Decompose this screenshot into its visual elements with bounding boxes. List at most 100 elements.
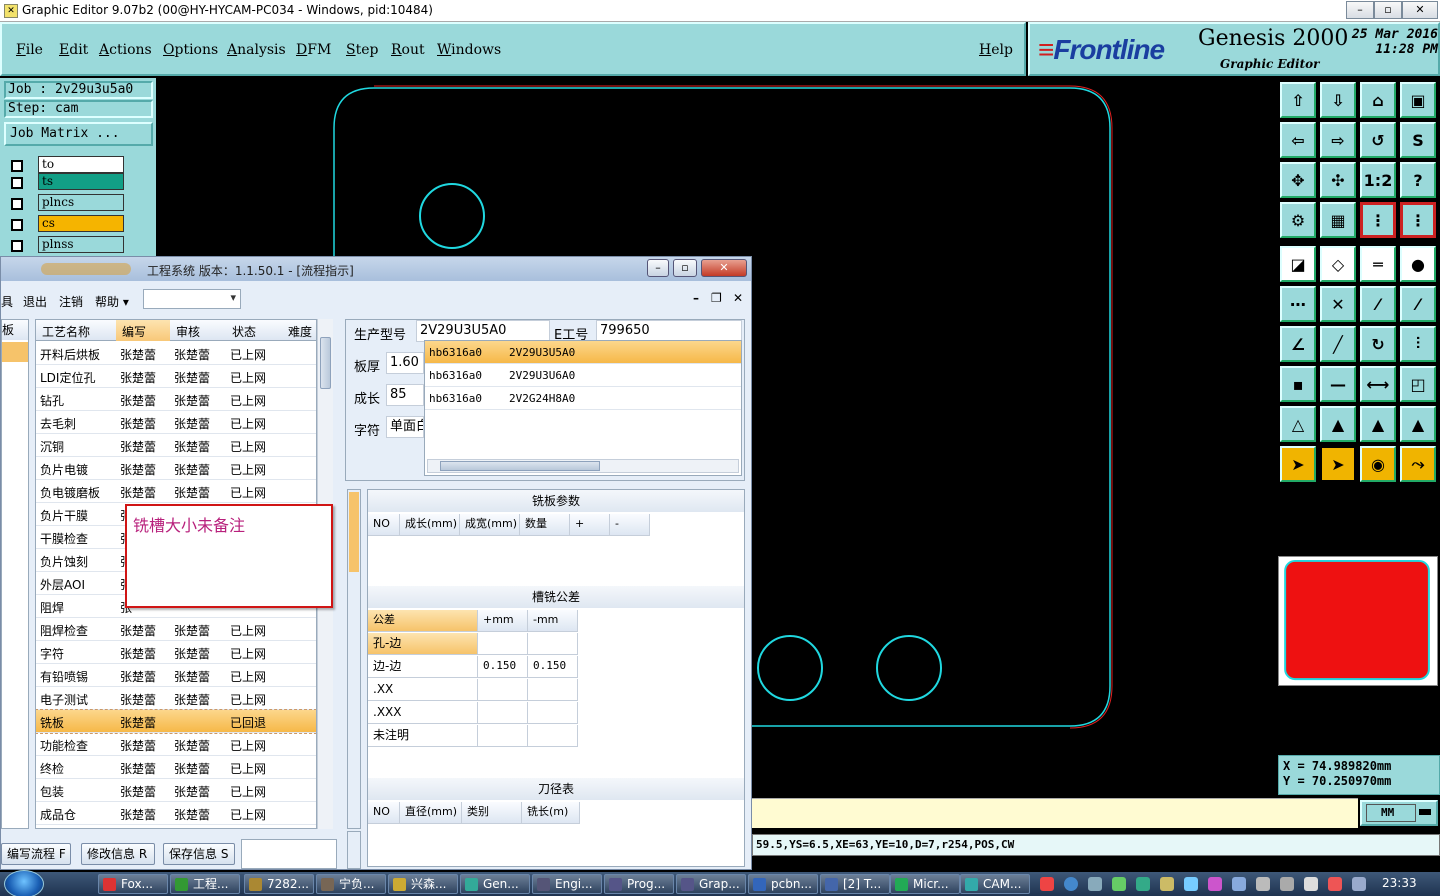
menu-windows[interactable]: Windows — [437, 42, 501, 58]
move-right-icon[interactable]: ⇨ — [1320, 122, 1356, 158]
write-flow-button[interactable]: 编写流程 F — [1, 843, 71, 865]
model-list-row[interactable]: hb6316a0 2V2G24H8A0 — [425, 387, 741, 410]
layers-icon[interactable]: ◰ — [1400, 366, 1436, 402]
eno-field[interactable]: 799650 — [596, 320, 742, 342]
menu-actions[interactable]: Actions — [99, 42, 152, 58]
cross-icon[interactable]: ✕ — [1320, 286, 1356, 322]
tolerance-cell[interactable] — [478, 633, 528, 655]
flip-icon[interactable]: ⫶ — [1400, 326, 1436, 362]
overview-preview[interactable] — [1278, 556, 1438, 686]
snap-icon[interactable]: ⋮ — [1360, 202, 1396, 238]
layer-checkbox[interactable] — [6, 157, 36, 172]
triangle2-icon[interactable]: ▲ — [1320, 406, 1356, 442]
toolbar-combo[interactable] — [143, 289, 241, 309]
layer-cs[interactable]: cs — [6, 215, 124, 232]
snap2-icon[interactable]: ⋮ — [1400, 202, 1436, 238]
col-writer[interactable]: 编写 — [122, 323, 146, 340]
pad-add-icon[interactable]: ◪ — [1280, 246, 1316, 282]
scrollbar-thumb[interactable] — [320, 337, 331, 389]
mdi-minimize-icon[interactable]: – — [693, 291, 699, 305]
select-box-icon[interactable]: ▪ — [1280, 366, 1316, 402]
table-row[interactable]: 有铅喷锡 张楚蕾 张楚蕾 已上网 — [36, 664, 316, 687]
taskbar-item[interactable]: Fox... — [98, 874, 168, 894]
menu-options[interactable]: Options — [163, 42, 218, 58]
table-row[interactable]: 负电镀磨板 张楚蕾 张楚蕾 已上网 — [36, 480, 316, 503]
job-matrix-button[interactable]: Job Matrix ... — [4, 122, 153, 146]
table-row[interactable]: 包装 张楚蕾 张楚蕾 已上网 — [36, 779, 316, 802]
close-button[interactable]: ✕ — [1402, 1, 1438, 19]
edit-info-button[interactable]: 修改信息 R — [81, 843, 155, 865]
ruler-icon[interactable]: ═ — [1360, 246, 1396, 282]
triangle4-icon[interactable]: ▲ — [1400, 406, 1436, 442]
bottom-input[interactable] — [241, 839, 337, 869]
tolerance-cell[interactable] — [478, 725, 528, 747]
tray-icon[interactable] — [1304, 877, 1318, 891]
taskbar-item[interactable]: Prog... — [604, 874, 674, 894]
tolerance-cell[interactable] — [478, 702, 528, 724]
move-up-icon[interactable]: ⇧ — [1280, 82, 1316, 118]
connect-icon[interactable]: ⋯ — [1280, 286, 1316, 322]
layer-checkbox[interactable] — [6, 216, 36, 231]
taskbar-item[interactable]: Micr... — [890, 874, 960, 894]
taskbar-item[interactable]: Grap... — [676, 874, 746, 894]
model-field[interactable]: 2V29U3U5A0 — [416, 320, 550, 342]
start-button[interactable] — [4, 870, 44, 896]
tolerance-cell[interactable] — [478, 679, 528, 701]
line-icon[interactable]: ⁄ — [1360, 286, 1396, 322]
help-icon[interactable]: ? — [1400, 162, 1436, 198]
model-list-row[interactable]: hb6316a0 2V29U3U5A0 — [425, 341, 741, 364]
eng-minimize-button[interactable]: – — [647, 259, 669, 277]
measure-icon[interactable]: ⟷ — [1360, 366, 1396, 402]
help-tray-icon[interactable] — [1064, 877, 1078, 891]
minimize-button[interactable]: – — [1346, 1, 1374, 19]
menu-rout[interactable]: Rout — [391, 42, 425, 58]
length-field[interactable]: 85 — [386, 384, 424, 406]
redraw-icon[interactable]: S — [1400, 122, 1436, 158]
layer-plnss[interactable]: plnss — [6, 236, 124, 253]
char-field[interactable]: 单面白 — [386, 416, 424, 438]
tray-icon[interactable] — [1232, 877, 1246, 891]
menu-tools[interactable]: 具 — [1, 293, 13, 310]
shape-icon[interactable]: ◇ — [1320, 246, 1356, 282]
layer-plncs[interactable]: plncs — [6, 194, 124, 211]
scrollbar-thumb[interactable] — [440, 461, 600, 471]
network-icon[interactable] — [1280, 877, 1294, 891]
model-list-row[interactable]: hb6316a0 2V29U3U6A0 — [425, 364, 741, 387]
command-line[interactable]: 59.5,YS=6.5,XE=63,YE=10,D=7,r254,POS,CW — [752, 834, 1440, 856]
taskbar-item[interactable]: [2] T... — [820, 874, 890, 894]
add-button[interactable]: + — [570, 514, 610, 536]
pointer-circle-icon[interactable]: ◉ — [1360, 446, 1396, 482]
pointer-icon[interactable]: ➤ — [1280, 446, 1316, 482]
table-row[interactable]: 字符 张楚蕾 张楚蕾 已上网 — [36, 641, 316, 664]
line2-icon[interactable]: ⁄ — [1400, 286, 1436, 322]
table-row[interactable]: 开料后烘板 张楚蕾 张楚蕾 已上网 — [36, 342, 316, 365]
menu-dfm[interactable]: DFM — [296, 42, 331, 58]
taskbar-item[interactable]: pcbn... — [748, 874, 818, 894]
table-row[interactable]: 去毛刺 张楚蕾 张楚蕾 已上网 — [36, 411, 316, 434]
tolerance-cell[interactable] — [528, 725, 578, 747]
board-list-selected[interactable] — [2, 342, 28, 362]
table-row[interactable]: 功能检查 张楚蕾 张楚蕾 已上网 — [36, 733, 316, 756]
layer-checkbox[interactable] — [6, 174, 36, 189]
grid-icon[interactable]: ▦ — [1320, 202, 1356, 238]
layer-ts[interactable]: ts — [6, 173, 124, 190]
tray-icon[interactable] — [1040, 877, 1054, 891]
taskbar-item[interactable]: 兴森... — [388, 874, 458, 894]
volume-icon[interactable] — [1256, 877, 1270, 891]
menu-edit[interactable]: Edit — [59, 42, 88, 58]
home-icon[interactable]: ⌂ — [1360, 82, 1396, 118]
table-row[interactable]: 成品仓 张楚蕾 张楚蕾 已上网 — [36, 802, 316, 825]
tolerance-cell[interactable] — [528, 633, 578, 655]
menu-file[interactable]: File — [16, 42, 43, 58]
table-row[interactable]: 阻焊检查 张楚蕾 张楚蕾 已上网 — [36, 618, 316, 641]
table-row[interactable]: 钻孔 张楚蕾 张楚蕾 已上网 — [36, 388, 316, 411]
mdi-restore-icon[interactable]: ❐ — [711, 291, 722, 305]
table-row[interactable]: 负片电镀 张楚蕾 张楚蕾 已上网 — [36, 457, 316, 480]
angle-icon[interactable]: ∠ — [1280, 326, 1316, 362]
menu-help[interactable]: Help — [979, 42, 1013, 58]
layer-checkbox[interactable] — [6, 237, 36, 252]
dot-icon[interactable]: ● — [1400, 246, 1436, 282]
col-difficulty[interactable]: 难度 — [288, 323, 312, 340]
taskbar-item[interactable]: 宁负... — [316, 874, 386, 894]
tray-icon[interactable] — [1160, 877, 1174, 891]
